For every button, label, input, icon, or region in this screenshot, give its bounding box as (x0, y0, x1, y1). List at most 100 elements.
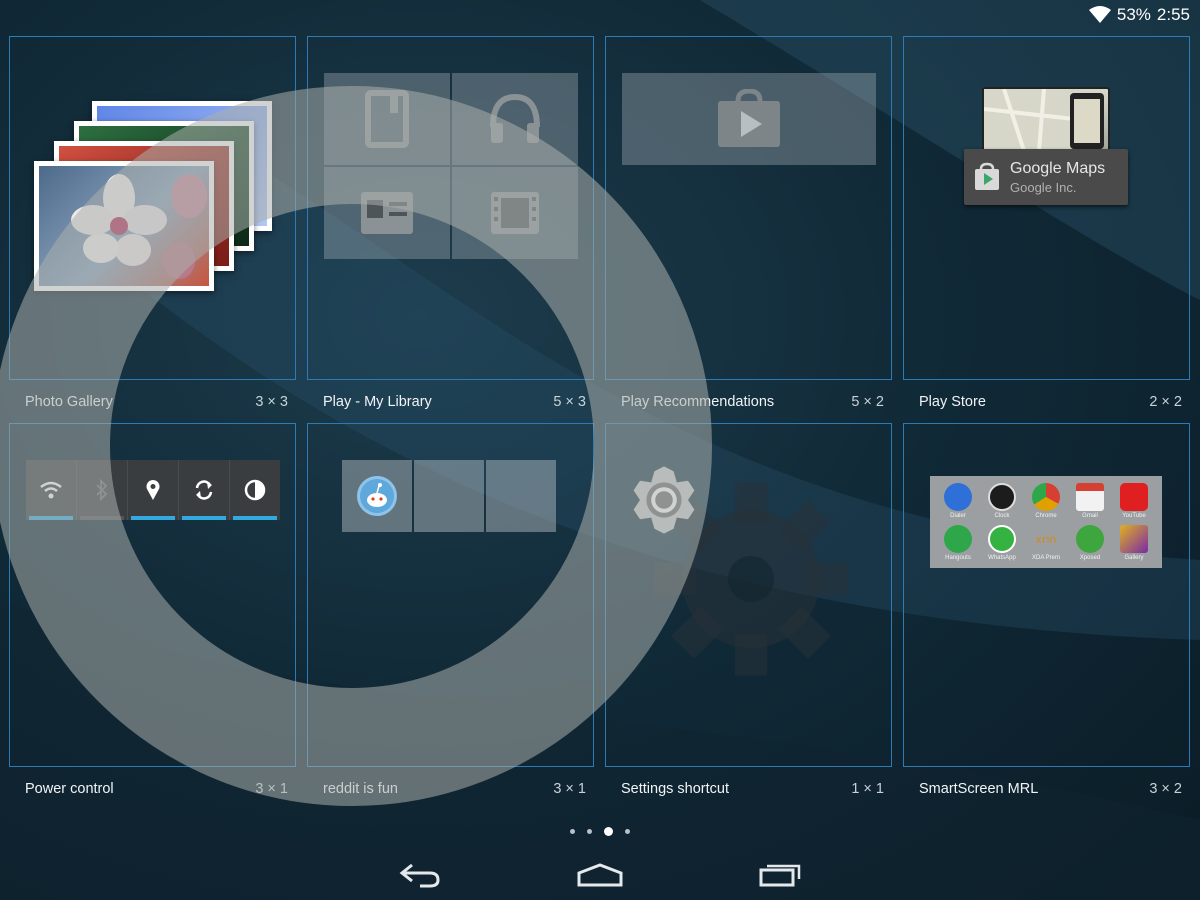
app-label: Gmail (1082, 513, 1098, 519)
power-toggle-wifi (26, 460, 77, 520)
widget-smartscreen-mrl[interactable]: Dialer Clock Chrome Gmail YouTube Hangou… (903, 423, 1190, 810)
power-toggle-brightness (230, 460, 280, 520)
widget-size: 3 × 1 (255, 781, 288, 797)
widget-play-store[interactable]: Google Maps Google Inc. Play Store 2 × 2 (903, 36, 1190, 423)
wifi-icon (40, 481, 62, 499)
page-dot[interactable] (625, 828, 630, 834)
widget-name: Play Recommendations (621, 394, 775, 410)
app-label: Gallery (1124, 555, 1144, 561)
reddit-tile (342, 460, 412, 532)
home-button[interactable] (570, 855, 630, 895)
smartscreen-app: Gallery (1112, 522, 1156, 564)
app-label: XDA Prem (1031, 555, 1060, 561)
widget-size: 1 × 1 (851, 781, 884, 797)
toggle-indicator (182, 516, 226, 520)
flower-image (71, 174, 207, 279)
clock-icon (988, 483, 1016, 511)
bluetooth-icon (96, 479, 108, 501)
battery-text: 53% (1116, 5, 1151, 24)
toggle-indicator (131, 516, 175, 520)
page-dot-active[interactable] (604, 826, 613, 836)
play-store-bag-icon (718, 89, 780, 147)
widget-play-library[interactable]: Play - My Library 5 × 3 (307, 36, 594, 423)
app-screenshots (982, 87, 1110, 153)
smartscreen-app: YouTube (1112, 480, 1156, 522)
smartscreen-app-grid: Dialer Clock Chrome Gmail YouTube Hangou… (930, 476, 1162, 568)
toggle-indicator (29, 516, 73, 520)
toggle-indicator (80, 516, 124, 520)
widget-caption: Play Recommendations 5 × 2 (621, 394, 884, 410)
widget-size: 3 × 1 (553, 781, 586, 797)
app-label: Chrome (1035, 513, 1057, 519)
app-label: Dialer (950, 513, 966, 519)
widget-photo-gallery[interactable]: Photo Gallery 3 × 3 (9, 36, 296, 423)
widget-size: 5 × 3 (553, 394, 586, 410)
library-tile (324, 167, 450, 259)
sync-icon (195, 480, 213, 500)
reddit-alien-icon (357, 476, 397, 516)
widget-play-recommendations[interactable]: Play Recommendations 5 × 2 (605, 36, 892, 423)
smartscreen-app: WhatsApp (980, 522, 1024, 564)
widget-reddit-is-fun[interactable]: reddit is fun 3 × 1 (307, 423, 594, 810)
wifi-icon (1088, 6, 1111, 23)
android-icon (1076, 525, 1104, 553)
power-toggle-location (128, 460, 179, 520)
location-icon (146, 480, 160, 500)
widget-preview: Dialer Clock Chrome Gmail YouTube Hangou… (903, 423, 1190, 767)
widget-preview (307, 423, 594, 767)
play-store-app-label: Google Maps Google Inc. (964, 149, 1128, 205)
gallery-icon (1120, 525, 1148, 553)
widget-preview (605, 36, 892, 380)
widget-caption: Power control 3 × 1 (25, 781, 288, 797)
library-tile (324, 73, 450, 165)
hangouts-icon (944, 525, 972, 553)
widget-size: 3 × 2 (1149, 781, 1182, 797)
smartscreen-app: Dialer (936, 480, 980, 522)
widget-grid: Photo Gallery 3 × 3 Play - My Library 5 … (9, 36, 1191, 810)
widget-preview (9, 36, 296, 380)
page-dot[interactable] (570, 828, 575, 834)
chrome-icon (1032, 483, 1060, 511)
widget-settings-shortcut[interactable]: Settings shortcut 1 × 1 (605, 423, 892, 810)
widget-name: SmartScreen MRL (919, 781, 1039, 797)
smartscreen-app: Clock (980, 480, 1024, 522)
widget-caption: Photo Gallery 3 × 3 (25, 394, 288, 410)
widget-preview (605, 423, 892, 767)
film-icon (491, 192, 539, 234)
power-toggle-sync (179, 460, 230, 520)
widget-size: 2 × 2 (1149, 394, 1182, 410)
widget-power-control[interactable]: Power control 3 × 1 (9, 423, 296, 810)
photo-thumbnail-flower (34, 161, 214, 291)
smartscreen-app: xrin XDA Prem (1024, 522, 1068, 564)
navigation-bar (0, 850, 1200, 900)
library-tile (452, 167, 578, 259)
brightness-icon (244, 479, 266, 501)
smartscreen-app: Xposed (1068, 522, 1112, 564)
gmail-icon (1076, 483, 1104, 511)
map-screenshot (983, 88, 1104, 152)
back-button[interactable] (390, 855, 450, 895)
magazine-icon (361, 192, 413, 234)
app-developer: Google Inc. (1010, 179, 1077, 195)
gear-icon (633, 466, 695, 534)
widget-preview (307, 36, 594, 380)
widget-name: Play - My Library (323, 394, 432, 410)
app-label: Clock (994, 513, 1010, 519)
back-icon (399, 863, 440, 888)
reddit-tile (486, 460, 556, 532)
toggle-indicator (233, 516, 277, 520)
app-label: Hangouts (945, 555, 971, 561)
youtube-icon (1120, 483, 1148, 511)
page-indicator (560, 826, 640, 836)
widget-name: Power control (25, 781, 114, 797)
reddit-tile (414, 460, 484, 532)
app-name: Google Maps (1010, 159, 1106, 177)
app-label: Xposed (1079, 555, 1101, 561)
widget-name: Play Store (919, 394, 986, 410)
play-store-icon (975, 162, 999, 190)
headphones-icon (490, 93, 540, 143)
widget-name: Photo Gallery (25, 394, 113, 410)
page-dot[interactable] (587, 828, 592, 834)
recents-button[interactable] (750, 855, 810, 895)
widget-caption: reddit is fun 3 × 1 (323, 781, 586, 797)
